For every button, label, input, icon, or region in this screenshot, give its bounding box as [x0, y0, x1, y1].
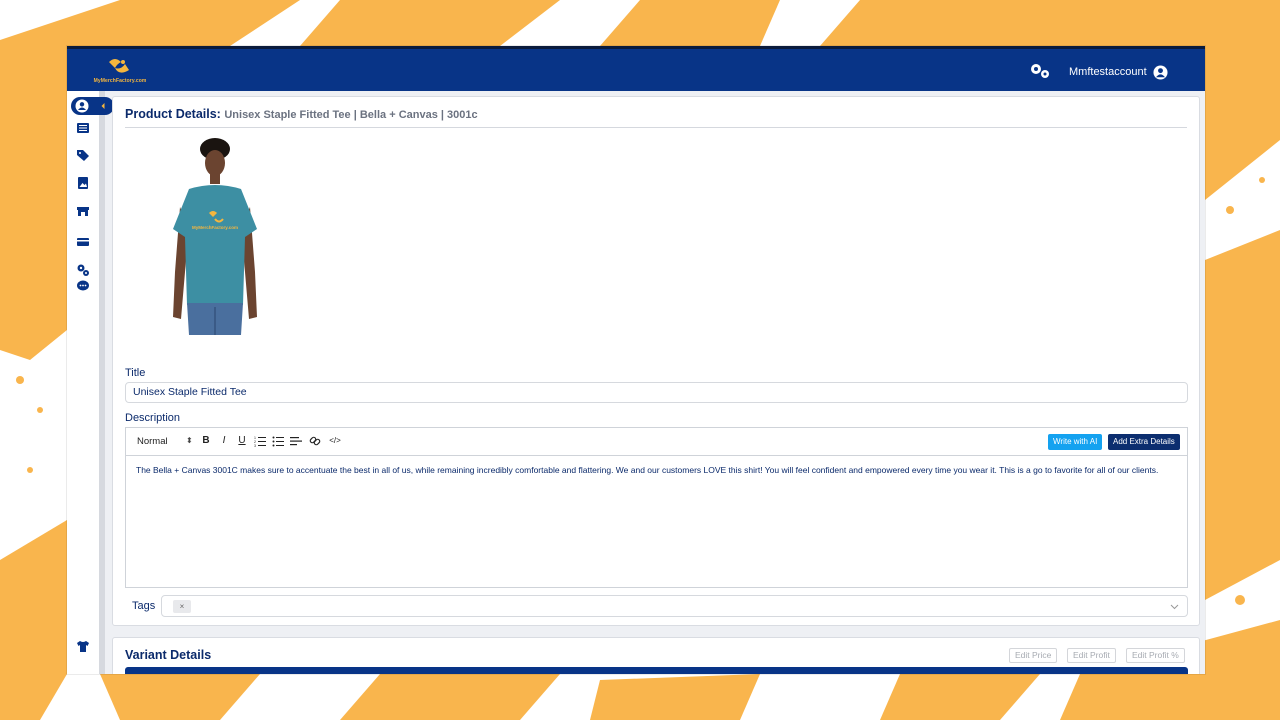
write-with-ai-button[interactable]: Write with AI — [1048, 434, 1103, 450]
image-icon[interactable] — [76, 176, 90, 190]
code-icon[interactable]: </> — [328, 435, 342, 447]
tags-icon[interactable] — [76, 148, 90, 162]
format-select[interactable]: Normal ⬍ — [137, 436, 193, 447]
editor-toolbar: Normal ⬍ B I U 123 </> Write with AI Add… — [126, 428, 1187, 456]
chevron-down-icon — [1170, 604, 1179, 610]
page-title-product: Unisex Staple Fitted Tee | Bella + Canva… — [224, 109, 478, 121]
bold-icon[interactable]: B — [200, 435, 212, 447]
ordered-list-icon[interactable]: 123 — [254, 435, 266, 447]
format-select-value: Normal — [137, 436, 168, 447]
user-circle-icon — [75, 99, 89, 113]
underline-icon[interactable]: U — [236, 435, 248, 447]
title-input[interactable]: Unisex Staple Fitted Tee — [125, 382, 1188, 403]
description-text[interactable]: The Bella + Canvas 3001C makes sure to a… — [136, 465, 1181, 476]
product-details-card: Product Details: Unisex Staple Fitted Te… — [112, 96, 1200, 626]
tags-select[interactable]: × — [161, 595, 1188, 617]
user-circle-icon — [1153, 64, 1168, 80]
link-icon[interactable] — [309, 435, 321, 447]
chat-icon[interactable] — [76, 279, 90, 293]
top-navbar: MyMerchFactory.com Mmftestaccount — [67, 46, 1205, 91]
logo-icon — [109, 59, 129, 73]
store-icon[interactable] — [76, 204, 90, 218]
variant-details-card: Variant Details Edit Price Edit Profit E… — [112, 637, 1200, 674]
sidebar — [67, 91, 105, 674]
page-title: Product Details: Unisex Staple Fitted Te… — [125, 107, 478, 121]
italic-icon[interactable]: I — [218, 435, 230, 447]
page-title-label: Product Details: — [125, 107, 221, 121]
svg-text:3: 3 — [254, 444, 256, 447]
settings-gears-icon[interactable] — [1029, 62, 1051, 80]
account-name: Mmftestaccount — [1069, 66, 1147, 78]
edit-profit-percent-button[interactable]: Edit Profit % — [1126, 648, 1185, 663]
variant-table-header — [125, 667, 1188, 674]
logo-text: MyMerchFactory.com — [93, 78, 147, 84]
list-icon[interactable] — [76, 121, 90, 135]
gears-icon[interactable] — [76, 263, 90, 277]
bullet-list-icon[interactable] — [272, 435, 284, 447]
select-caret-icon: ⬍ — [186, 436, 193, 445]
tags-label: Tags — [132, 600, 156, 612]
title-divider — [125, 127, 1187, 128]
app-window: MyMerchFactory.com Mmftestaccount Produc… — [67, 46, 1205, 674]
description-editor[interactable]: Normal ⬍ B I U 123 </> Write with AI Add… — [125, 427, 1188, 588]
tshirt-print-text: MyMerchFactory.com — [192, 225, 238, 230]
account-menu[interactable]: Mmftestaccount — [1069, 62, 1168, 82]
sidebar-collapse-toggle[interactable] — [71, 97, 114, 115]
add-extra-details-button[interactable]: Add Extra Details — [1108, 434, 1180, 450]
chevron-left-icon — [101, 103, 105, 109]
product-image[interactable]: MyMerchFactory.com — [165, 137, 265, 335]
tag-remove-icon[interactable]: × — [173, 600, 191, 613]
title-label: Title — [125, 367, 146, 379]
description-label: Description — [125, 412, 181, 424]
align-left-icon[interactable] — [290, 435, 302, 447]
tshirt-icon[interactable] — [76, 639, 90, 653]
brand-logo[interactable]: MyMerchFactory.com — [89, 56, 151, 88]
edit-price-button[interactable]: Edit Price — [1009, 648, 1058, 663]
edit-profit-button[interactable]: Edit Profit — [1067, 648, 1116, 663]
variant-details-title: Variant Details — [125, 648, 212, 662]
credit-card-icon[interactable] — [76, 235, 90, 249]
